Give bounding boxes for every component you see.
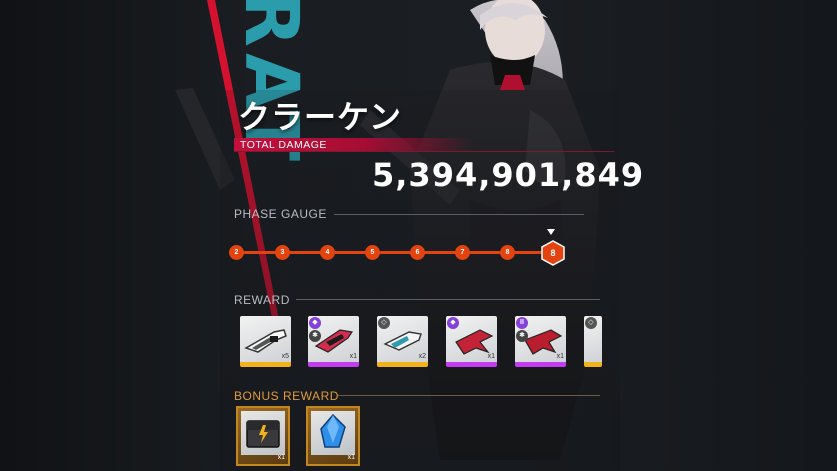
bonus-item[interactable]: x1 <box>306 406 360 466</box>
reward-item[interactable]: ◇ x2 <box>377 316 428 367</box>
rarity-badge: II <box>516 317 528 329</box>
total-damage-label: TOTAL DAMAGE <box>234 138 474 152</box>
crystal-icon <box>320 413 346 448</box>
divider <box>234 151 614 152</box>
reward-item[interactable]: x5 <box>240 316 291 367</box>
reward-label: REWARD <box>234 293 290 307</box>
phase-node: 6 <box>410 245 425 260</box>
reward-item[interactable]: II ✱ x1 <box>515 316 566 367</box>
rarity-badge: ◇ <box>585 317 597 329</box>
chest-icon <box>246 420 280 448</box>
phase-node: 2 <box>229 245 244 260</box>
divider <box>338 395 600 396</box>
rarity-badge: ◆ <box>309 317 321 329</box>
boss-name: クラーケン <box>238 98 403 136</box>
current-phase-label: 8 <box>550 248 556 258</box>
gear-icon: ✱ <box>516 330 528 342</box>
rarity-badge: ◇ <box>378 317 390 329</box>
reward-item[interactable]: ◆ ✱ x1 <box>308 316 359 367</box>
divider <box>296 299 600 300</box>
bonus-reward-label: BONUS REWARD <box>234 389 339 403</box>
gear-icon: ✱ <box>309 330 321 342</box>
game-screen: RAT クラーケン TOTAL DAMAGE 5,394,901,849 PHA… <box>0 0 837 471</box>
divider <box>334 214 584 215</box>
phase-gauge-label: PHASE GAUGE <box>234 207 327 221</box>
reward-item[interactable]: ◇ <box>584 316 602 367</box>
bonus-item[interactable]: x1 <box>236 406 290 466</box>
current-phase-marker <box>547 229 555 235</box>
phase-node: 4 <box>320 245 335 260</box>
phase-node: 7 <box>455 245 470 260</box>
phase-node: 3 <box>275 245 290 260</box>
total-damage-value: 5,394,901,849 <box>372 156 645 194</box>
phase-node: 5 <box>365 245 380 260</box>
reward-item[interactable]: ◆ x1 <box>446 316 497 367</box>
phase-node: 8 <box>500 245 515 260</box>
rarity-badge: ◆ <box>447 317 459 329</box>
